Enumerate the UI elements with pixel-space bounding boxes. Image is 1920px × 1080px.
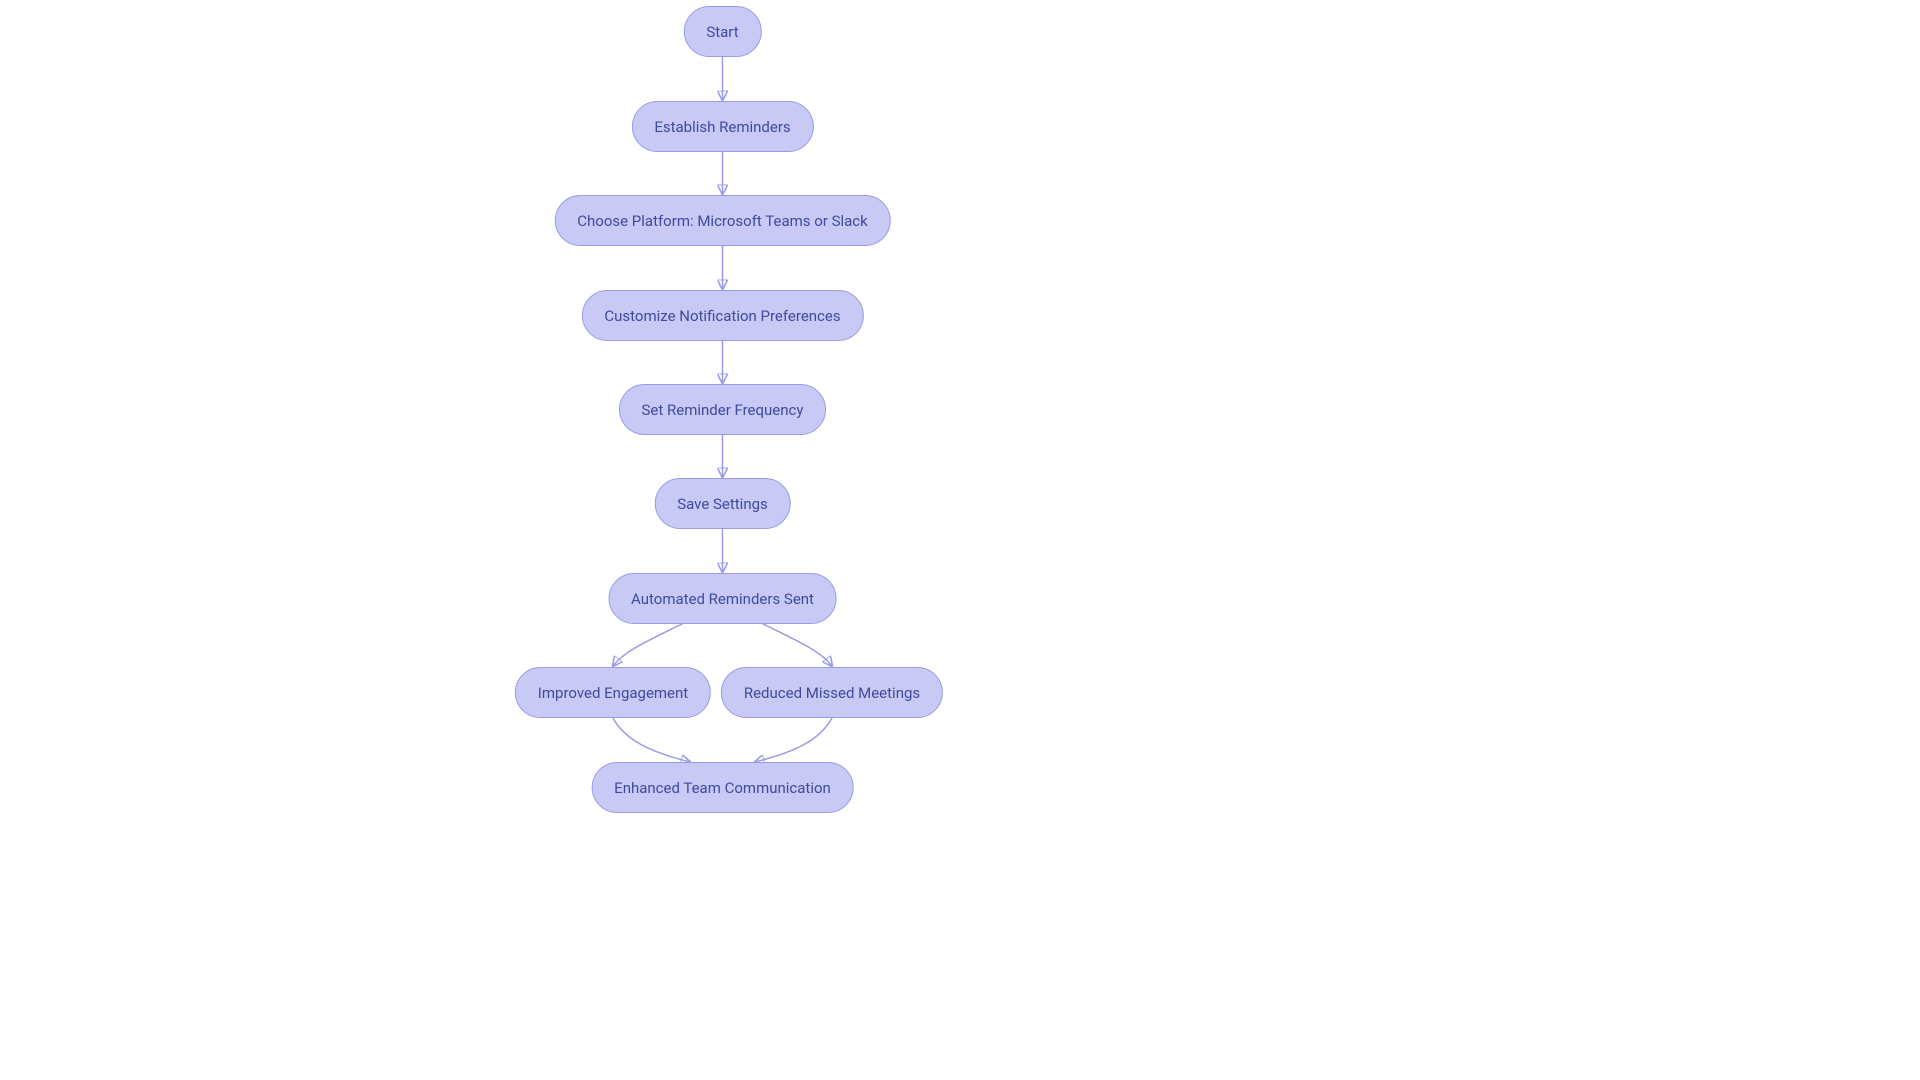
node-label: Improved Engagement [538, 684, 688, 702]
node-label: Choose Platform: Microsoft Teams or Slac… [577, 212, 868, 230]
node-customize[interactable]: Customize Notification Preferences [581, 290, 863, 341]
node-label: Set Reminder Frequency [642, 401, 804, 419]
node-establish[interactable]: Establish Reminders [631, 101, 813, 152]
node-label: Establish Reminders [654, 118, 790, 136]
node-label: Enhanced Team Communication [614, 779, 831, 797]
edge-missed-to-enhanced [755, 718, 832, 762]
node-label: Automated Reminders Sent [631, 590, 814, 608]
node-sent[interactable]: Automated Reminders Sent [608, 573, 837, 624]
edge-sent-to-missed [755, 620, 832, 666]
flowchart-canvas: Start Establish Reminders Choose Platfor… [0, 0, 1920, 1080]
node-choose[interactable]: Choose Platform: Microsoft Teams or Slac… [554, 195, 891, 246]
node-label: Start [706, 23, 738, 41]
node-enhanced[interactable]: Enhanced Team Communication [591, 762, 854, 813]
node-label: Reduced Missed Meetings [744, 684, 920, 702]
edge-layer [0, 0, 1920, 1080]
node-label: Save Settings [677, 495, 768, 513]
node-frequency[interactable]: Set Reminder Frequency [619, 384, 827, 435]
node-engagement[interactable]: Improved Engagement [515, 667, 711, 718]
node-label: Customize Notification Preferences [604, 307, 840, 325]
node-save[interactable]: Save Settings [654, 478, 791, 529]
node-start[interactable]: Start [683, 6, 761, 57]
node-missed[interactable]: Reduced Missed Meetings [721, 667, 943, 718]
edge-engagement-to-enhanced [613, 718, 690, 762]
edge-sent-to-engagement [613, 620, 690, 666]
